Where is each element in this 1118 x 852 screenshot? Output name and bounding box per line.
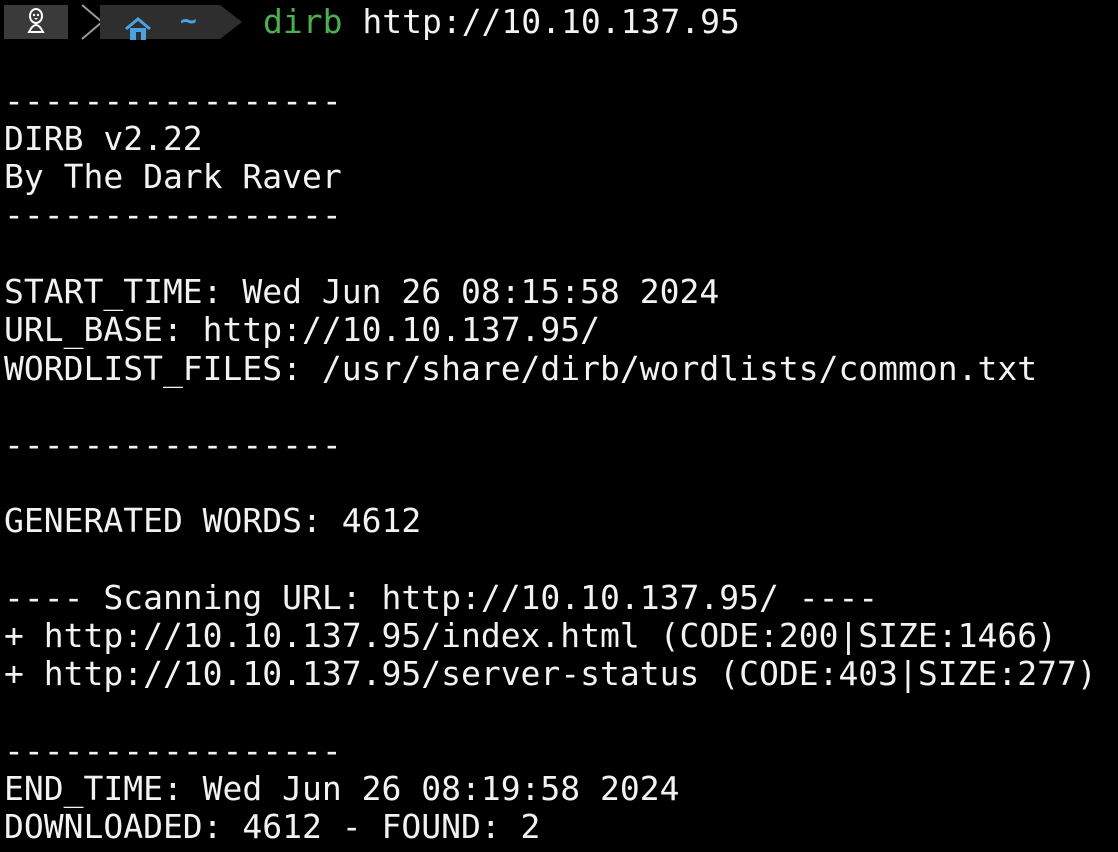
start-time: START_TIME: Wed Jun 26 08:15:58 2024 (4, 272, 720, 311)
result-line: + http://10.10.137.95/server-status (COD… (4, 654, 1097, 693)
prompt-directory: ~ (180, 4, 197, 37)
divider-line: ----------------- (4, 81, 342, 120)
result-line: + http://10.10.137.95/index.html (CODE:2… (4, 616, 1057, 655)
prompt-segments: ~ (0, 0, 252, 44)
prompt-directory-segment (100, 5, 220, 39)
divider-line: ----------------- (4, 195, 342, 234)
url-base: URL_BASE: http://10.10.137.95/ (4, 310, 601, 349)
divider-line: ----------------- (4, 731, 342, 770)
scanning-header: ---- Scanning URL: http://10.10.137.95/ … (4, 578, 879, 617)
wordlist-files: WORDLIST_FILES: /usr/share/dirb/wordlist… (4, 349, 1038, 388)
command-args: http://10.10.137.95 (342, 2, 740, 41)
command-line: dirb http://10.10.137.95 (263, 0, 740, 44)
divider-line: ----------------- (4, 425, 342, 464)
end-time: END_TIME: Wed Jun 26 08:19:58 2024 (4, 769, 680, 808)
home-icon (124, 10, 152, 49)
prompt-end-arrow-icon (220, 5, 242, 39)
generated-words: GENERATED WORDS: 4612 (4, 501, 422, 540)
shell-prompt: ~ dirb http://10.10.137.95 (0, 0, 740, 44)
prompt-os-segment (4, 5, 68, 39)
banner-version: DIRB v2.22 (4, 119, 203, 158)
terminal-window[interactable]: ~ dirb http://10.10.137.95 -------------… (0, 0, 1118, 852)
summary-line: DOWNLOADED: 4612 - FOUND: 2 (4, 807, 541, 846)
command-name: dirb (263, 2, 343, 41)
linux-penguin-icon (25, 3, 47, 42)
banner-author: By The Dark Raver (4, 157, 342, 196)
